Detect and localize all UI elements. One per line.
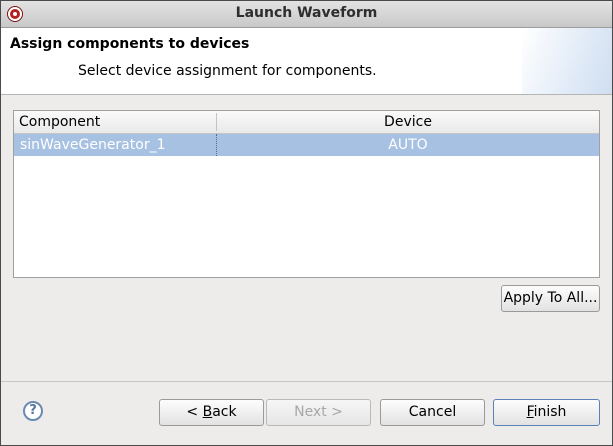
banner-decoration: [522, 28, 612, 94]
table-row[interactable]: sinWaveGenerator_1 AUTO: [14, 134, 599, 156]
page-description: Select device assignment for components.: [78, 63, 377, 79]
component-cell[interactable]: sinWaveGenerator_1: [20, 134, 165, 156]
finish-mnemonic: F: [526, 404, 534, 420]
help-icon[interactable]: ?: [23, 401, 43, 421]
window-title: Launch Waveform: [235, 5, 378, 21]
cancel-button[interactable]: Cancel: [380, 399, 485, 426]
device-cell[interactable]: AUTO: [217, 134, 599, 156]
header-banner: Assign components to devices Select devi…: [1, 28, 612, 95]
finish-button[interactable]: Finish: [493, 399, 600, 426]
column-header-device[interactable]: Device: [217, 113, 599, 131]
title-bar[interactable]: Launch Waveform: [1, 1, 612, 28]
back-button[interactable]: < Back: [159, 399, 264, 426]
component-device-table[interactable]: Component Device sinWaveGenerator_1 AUTO: [13, 110, 600, 278]
column-header-component[interactable]: Component: [19, 113, 100, 131]
button-bar-divider: [1, 381, 612, 382]
apply-to-all-button[interactable]: Apply To All...: [501, 285, 600, 312]
back-rest: ack: [212, 404, 237, 420]
next-button[interactable]: Next >: [266, 399, 371, 426]
back-mnemonic: B: [202, 404, 213, 420]
page-title: Assign components to devices: [10, 36, 250, 52]
launch-waveform-dialog: Launch Waveform Assign components to dev…: [0, 0, 613, 446]
finish-rest: inish: [533, 404, 567, 420]
back-prefix: <: [186, 404, 203, 420]
table-header: Component Device: [14, 111, 599, 134]
